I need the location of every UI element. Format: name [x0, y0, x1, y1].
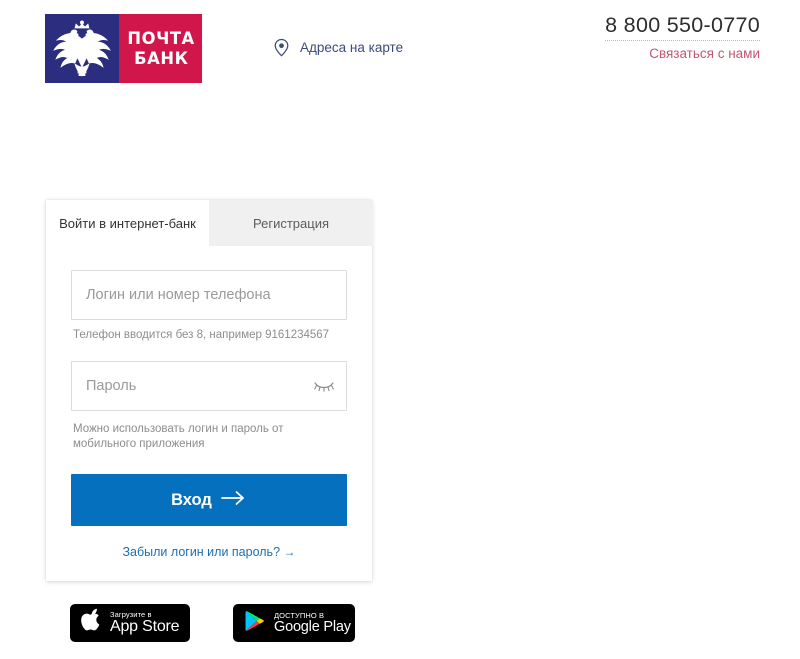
google-play-badge[interactable]: ДОСТУПНО В Google Play: [233, 604, 355, 642]
login-submit-label: Вход: [171, 490, 212, 509]
login-input[interactable]: [71, 270, 347, 320]
arrow-right-small-icon: →: [283, 545, 296, 559]
tab-internet-bank-login-label: Войти в интернет-банк: [59, 215, 196, 231]
auth-card-body: Телефон вводится без 8, например 9161234…: [46, 246, 372, 581]
login-field-wrapper: [71, 270, 347, 320]
google-play-badge-text: ДОСТУПНО В Google Play: [274, 610, 351, 635]
field-spacer: [71, 343, 347, 361]
tab-registration-label: Регистрация: [253, 215, 329, 231]
app-store-badge-text: Загрузите в App Store: [110, 609, 180, 636]
map-addresses-label: Адреса на карте: [300, 40, 404, 55]
forgot-credentials-link[interactable]: Забыли логин или пароль? →: [71, 545, 347, 559]
google-play-badge-small: ДОСТУПНО В: [274, 610, 325, 620]
eye-closed-icon[interactable]: [313, 378, 335, 394]
auth-card: Войти в интернет-банк Регистрация Телефо…: [46, 200, 373, 581]
double-headed-eagle-emblem-icon: [45, 14, 119, 83]
app-store-badge[interactable]: Загрузите в App Store: [70, 604, 190, 642]
forgot-credentials-label: Забыли логин или пароль?: [122, 545, 281, 559]
support-phone-number[interactable]: 8 800 550-0770: [605, 12, 760, 41]
map-addresses-link[interactable]: Адреса на карте: [272, 38, 403, 57]
google-play-triangle-icon: [244, 609, 266, 638]
logo-word-line2: БАНК: [134, 48, 189, 69]
tab-internet-bank-login[interactable]: Войти в интернет-банк: [46, 200, 209, 246]
logo-wordmark: ПОЧТА БАНК: [119, 14, 202, 83]
auth-tabs: Войти в интернет-банк Регистрация: [46, 200, 373, 246]
app-store-badge-big: App Store: [110, 618, 180, 636]
tab-registration[interactable]: Регистрация: [209, 200, 373, 246]
password-field-wrapper: [71, 361, 347, 411]
contact-block: 8 800 550-0770 Связаться с нами: [605, 12, 760, 61]
login-hint-text: Телефон вводится без 8, например 9161234…: [73, 329, 330, 341]
logo-word-line1: ПОЧТА: [127, 28, 196, 49]
store-badges: Загрузите в App Store ДОСТУПНО В Google …: [70, 604, 355, 642]
page-header: ПОЧТА БАНК Адреса на карте 8 800 550-077…: [0, 0, 800, 100]
app-store-badge-small: Загрузите в: [110, 609, 152, 619]
apple-logo-icon: [81, 608, 102, 638]
pochta-bank-logo[interactable]: ПОЧТА БАНК: [45, 14, 202, 83]
arrow-right-icon: [221, 490, 247, 511]
google-play-badge-big: Google Play: [274, 619, 351, 635]
contact-us-link[interactable]: Связаться с нами: [605, 46, 760, 61]
password-input[interactable]: [71, 361, 347, 411]
location-pin-icon: [272, 38, 291, 57]
password-hint-text: Можно использовать логин и пароль от моб…: [73, 423, 284, 450]
login-submit-button[interactable]: Вход: [71, 474, 347, 526]
